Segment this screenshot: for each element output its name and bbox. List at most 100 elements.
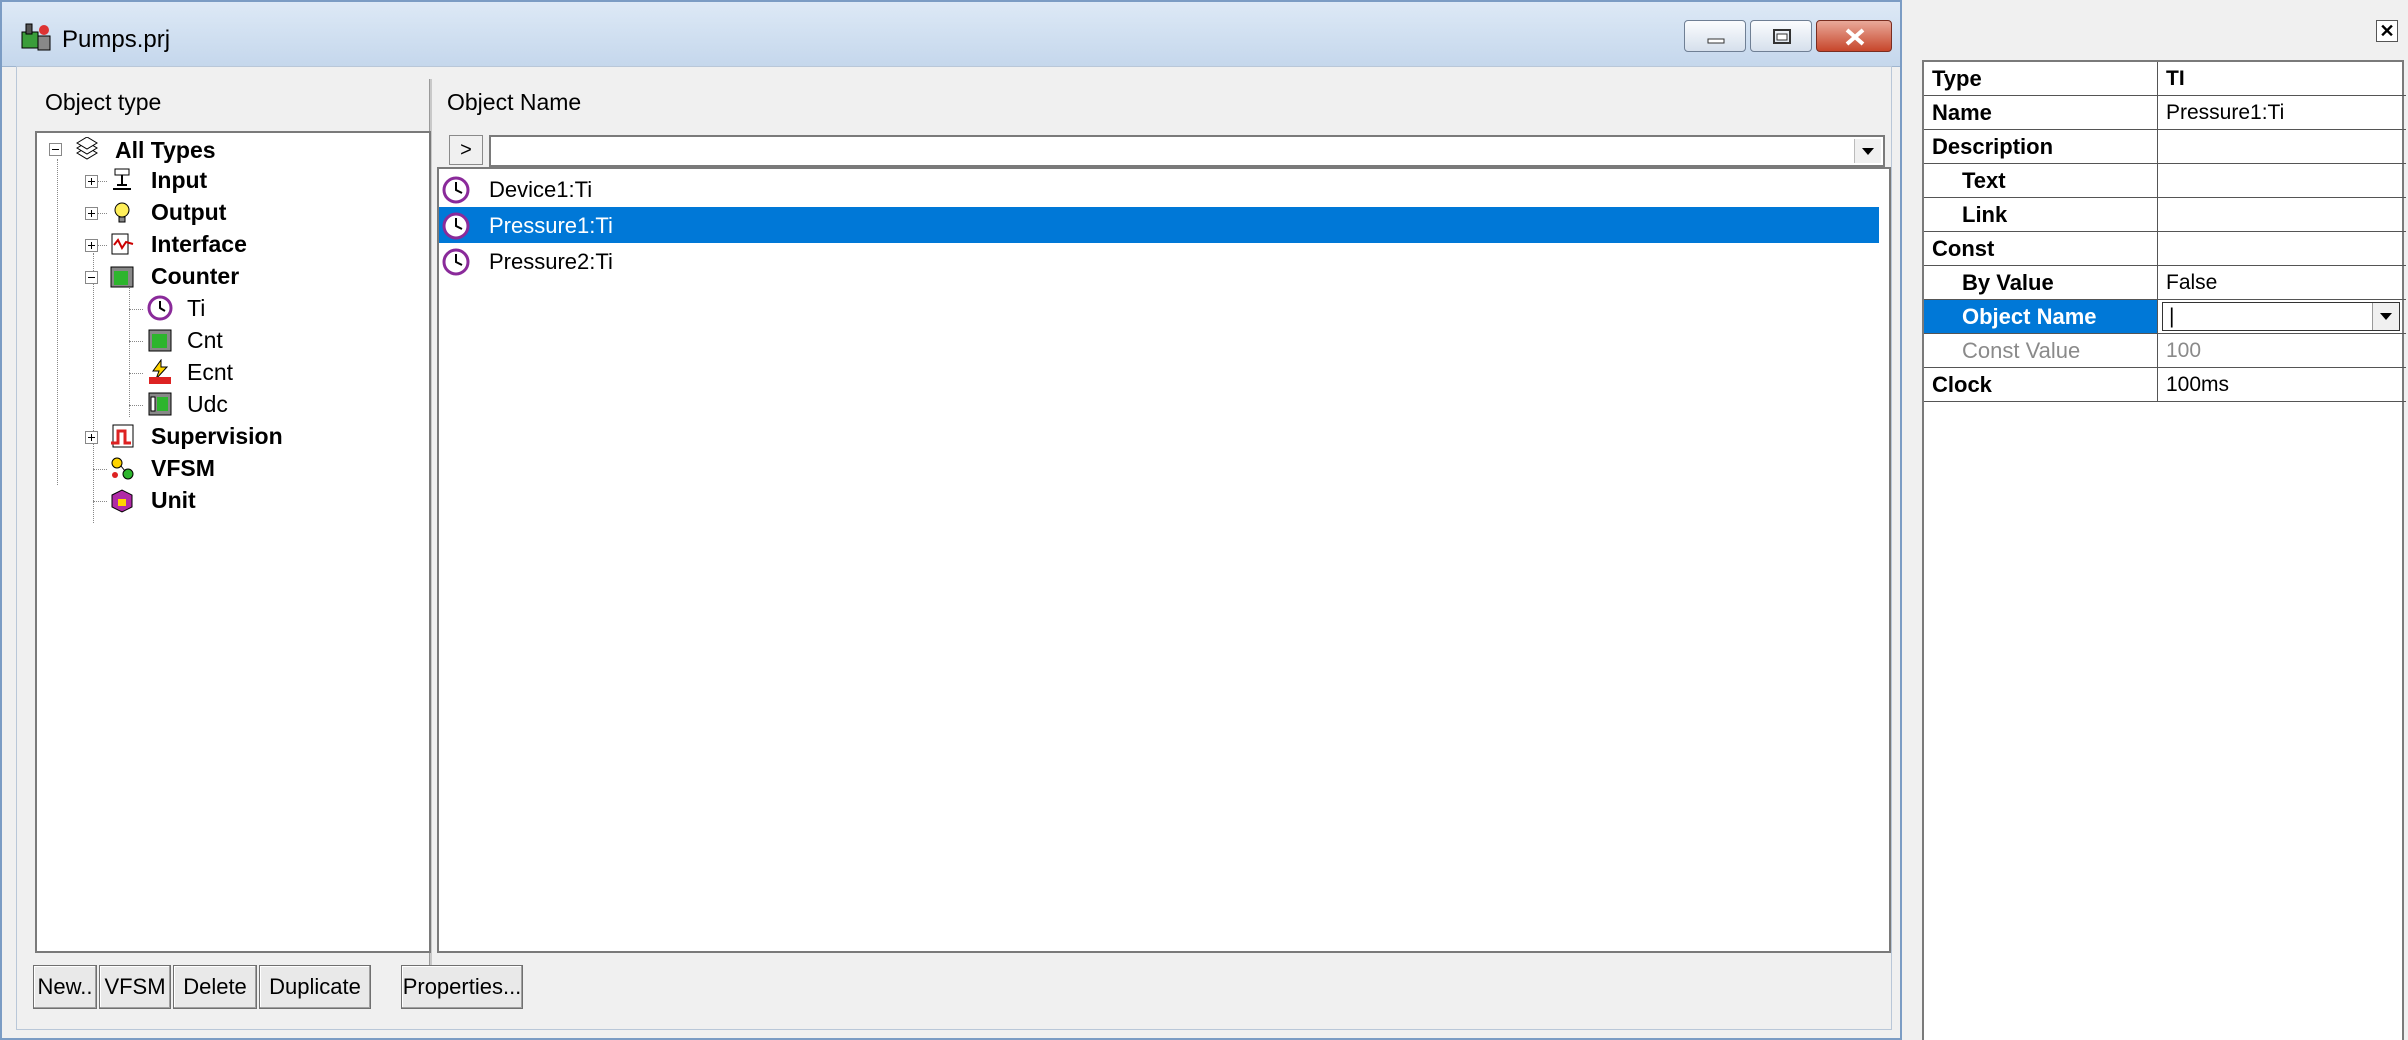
tree-item-supervision[interactable]: Supervision <box>151 423 283 450</box>
object-list[interactable]: Device1:Ti Pressure1:Ti Pressure2:Ti <box>437 167 1891 953</box>
object-type-header: Object type <box>45 89 162 115</box>
counter-icon <box>110 266 134 288</box>
interface-icon <box>111 233 134 255</box>
tree-line <box>129 283 130 417</box>
property-row-link[interactable]: Link <box>1924 198 2406 232</box>
list-item[interactable]: Pressure2:Ti <box>439 243 1879 279</box>
property-value: False <box>2166 271 2218 294</box>
event-counter-icon <box>149 359 171 384</box>
property-key: Name <box>1932 100 1992 125</box>
tree-line <box>129 309 143 310</box>
tree-item-all-types[interactable]: All Types <box>115 137 216 164</box>
properties-panel: ✕ Type TI Name Pressure1:Ti Description … <box>1906 0 2408 1040</box>
property-value: 100ms <box>2166 373 2230 396</box>
property-key: By Value <box>1962 270 2054 295</box>
tree-item-input[interactable]: Input <box>151 167 207 194</box>
combo-value: | <box>2169 305 2175 328</box>
tree-item-unit[interactable]: Unit <box>151 487 196 514</box>
timer-icon <box>442 176 470 204</box>
filter-apply-button[interactable]: > <box>449 135 483 165</box>
duplicate-button[interactable]: Duplicate <box>259 965 371 1009</box>
timer-icon <box>442 212 470 240</box>
tree-item-ti[interactable]: Ti <box>187 295 205 322</box>
title-bar[interactable]: Pumps.prj <box>2 2 1900 67</box>
new-button[interactable]: New.. <box>33 965 97 1009</box>
input-icon <box>113 168 131 190</box>
delete-button[interactable]: Delete <box>173 965 257 1009</box>
property-row-const-value[interactable]: Const Value 100 <box>1924 334 2406 368</box>
chevron-down-icon <box>2380 313 2392 320</box>
tree-line <box>93 469 107 470</box>
vfsm-button[interactable]: VFSM <box>99 965 171 1009</box>
property-row-clock[interactable]: Clock 100ms <box>1924 368 2406 402</box>
property-row-name[interactable]: Name Pressure1:Ti <box>1924 96 2406 130</box>
close-icon <box>1845 28 1865 46</box>
property-key: Description <box>1932 134 2054 159</box>
chevron-down-icon <box>1862 148 1874 155</box>
all-types-icon <box>76 137 98 160</box>
property-row-const[interactable]: Const <box>1924 232 2406 266</box>
property-key: Link <box>1962 202 2008 227</box>
tree-item-cnt[interactable]: Cnt <box>187 327 223 354</box>
maximize-button[interactable] <box>1750 20 1812 52</box>
supervision-icon <box>111 424 134 448</box>
expand-toggle[interactable] <box>85 239 98 252</box>
property-row-description[interactable]: Description <box>1924 130 2406 164</box>
tree-line <box>129 373 143 374</box>
dropdown-arrow[interactable] <box>2372 303 2399 330</box>
tree-line <box>93 501 107 502</box>
property-key: Text <box>1962 168 2006 193</box>
tree-item-output[interactable]: Output <box>151 199 226 226</box>
filter-bar: > <box>437 131 1889 167</box>
collapse-toggle[interactable] <box>49 143 62 156</box>
updown-counter-icon <box>148 392 172 416</box>
app-icon <box>21 23 51 51</box>
tree-line <box>57 159 58 485</box>
property-key: Const <box>1932 236 1995 261</box>
timer-icon <box>442 248 470 276</box>
expand-toggle[interactable] <box>85 207 98 220</box>
tree-item-ecnt[interactable]: Ecnt <box>187 359 233 386</box>
property-grid[interactable]: Type TI Name Pressure1:Ti Description Te… <box>1922 60 2406 1040</box>
tree-line <box>93 253 94 523</box>
property-key: Clock <box>1932 372 1992 397</box>
window-client: Object type Object Name All Types Input … <box>16 66 1892 1030</box>
list-item[interactable]: Pressure1:Ti <box>439 207 1879 243</box>
project-window: Pumps.prj Object type Object Name All Ty… <box>0 0 1902 1040</box>
minimize-button[interactable] <box>1684 20 1746 52</box>
window-title: Pumps.prj <box>62 26 171 53</box>
restore-icon <box>1773 29 1791 44</box>
unit-icon <box>111 489 133 513</box>
panel-close-button[interactable]: ✕ <box>2376 20 2398 42</box>
lightbulb-icon <box>114 202 130 223</box>
timer-icon <box>147 295 173 321</box>
expand-toggle[interactable] <box>85 431 98 444</box>
properties-button[interactable]: Properties... <box>401 965 523 1009</box>
tree-line <box>129 405 143 406</box>
tree-item-udc[interactable]: Udc <box>187 391 228 418</box>
property-key: Object Name <box>1962 304 2097 329</box>
object-name: Device1:Ti <box>489 177 593 202</box>
filter-combo[interactable] <box>489 135 1885 167</box>
object-name-combo[interactable]: | <box>2162 302 2400 331</box>
collapse-toggle[interactable] <box>85 271 98 284</box>
object-type-tree[interactable]: All Types Input Output Interface Counter… <box>35 131 431 953</box>
list-item[interactable]: Device1:Ti <box>439 171 1879 207</box>
object-name: Pressure1:Ti <box>489 213 613 238</box>
tree-item-counter[interactable]: Counter <box>151 263 239 290</box>
expand-toggle[interactable] <box>85 175 98 188</box>
property-key: Const Value <box>1962 338 2081 363</box>
vfsm-icon <box>111 457 134 480</box>
property-row-type[interactable]: Type TI <box>1924 62 2406 96</box>
tree-item-interface[interactable]: Interface <box>151 231 247 258</box>
property-key: Type <box>1932 66 1982 91</box>
property-row-by-value[interactable]: By Value False <box>1924 266 2406 300</box>
property-value: Pressure1:Ti <box>2166 101 2285 124</box>
tree-item-vfsm[interactable]: VFSM <box>151 455 215 482</box>
tree-line <box>129 341 143 342</box>
close-button[interactable] <box>1816 20 1892 52</box>
property-row-text[interactable]: Text <box>1924 164 2406 198</box>
object-name: Pressure2:Ti <box>489 249 613 274</box>
dropdown-arrow[interactable] <box>1854 139 1881 163</box>
property-row-object-name[interactable]: Object Name | <box>1924 300 2406 334</box>
